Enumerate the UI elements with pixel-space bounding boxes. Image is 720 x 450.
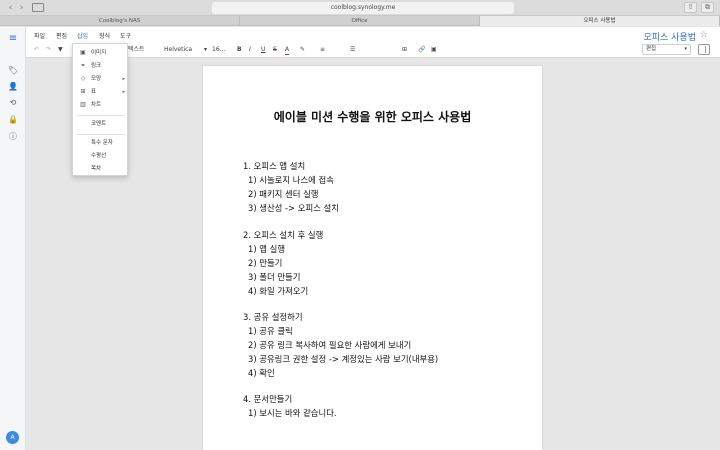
insert-link-item[interactable]: ⚭ 링크 xyxy=(73,60,129,72)
browser-tab-document[interactable]: 오피스 사용법 xyxy=(480,16,720,26)
insert-horizontal-line-item[interactable]: 수평선 xyxy=(73,150,129,162)
menu-insert[interactable]: 삽입 xyxy=(77,31,88,40)
link-icon: ⚭ xyxy=(80,62,86,69)
font-size-select[interactable]: 16... xyxy=(212,46,225,54)
font-caret-icon[interactable]: ▾ xyxy=(204,46,207,54)
highlight-icon[interactable]: ✎ xyxy=(300,46,305,54)
info-icon[interactable]: ⓘ xyxy=(8,132,18,142)
menu-edit[interactable]: 편집 xyxy=(56,31,67,40)
undo-icon[interactable]: ↶ xyxy=(34,46,39,54)
lock-icon[interactable]: 🔒 xyxy=(8,115,18,125)
menu-file[interactable]: 파일 xyxy=(34,31,45,40)
redo-icon[interactable]: ↷ xyxy=(46,46,51,54)
list-item: 1) 공유 클릭 xyxy=(248,326,293,336)
paint-format-icon[interactable]: ▼ xyxy=(58,46,63,54)
document-page[interactable]: 에이블 미션 수행을 위한 오피스 사용법 1. 오피스 앱 설치 1) 시놀로… xyxy=(203,66,542,450)
insert-toc-item[interactable]: 목차 xyxy=(73,163,129,175)
italic-button[interactable]: I xyxy=(249,46,251,54)
forward-icon[interactable]: › xyxy=(17,3,26,13)
shape-icon: ◇ xyxy=(80,75,86,82)
insert-comment-item[interactable]: 코멘트 xyxy=(73,118,129,130)
insert-shape-item[interactable]: ◇ 모양 ▸ xyxy=(73,73,129,85)
text-color-button[interactable]: A xyxy=(285,46,290,55)
menu-bar: 파일 편집 삽입 형식 도구 xyxy=(26,27,720,43)
table-icon: ⊞ xyxy=(80,88,86,95)
address-bar[interactable]: coolblog.synology.me xyxy=(212,2,514,14)
document-heading: 에이블 미션 수행을 위한 오피스 사용법 xyxy=(273,110,472,124)
list-item: 3) 공유링크 권한 설정 -> 계정있는 사람 보기(내부용) xyxy=(248,354,439,364)
insert-special-char-item[interactable]: 특수 문자 xyxy=(73,137,129,149)
insert-chart-item[interactable]: ▥ 차트 xyxy=(73,99,129,111)
insert-menu: ▣ 이미지 ⚭ 링크 ◇ 모양 ▸ ⊞ 표 ▸ ▥ 차트 코멘트 특수 문자 수… xyxy=(72,43,128,176)
edit-mode-select[interactable]: 편집 ▾ xyxy=(642,44,691,55)
menu-divider xyxy=(77,134,125,135)
list-item: 2) 만들기 xyxy=(248,258,283,268)
edit-mode-label: 편집 xyxy=(646,46,657,52)
list-item: 1) 보시는 바와 같습니다. xyxy=(248,408,337,418)
menu-item-label: 목차 xyxy=(91,166,102,172)
side-panel-toggle-icon[interactable] xyxy=(698,44,710,55)
strikethrough-button[interactable]: S xyxy=(273,46,277,54)
chart-icon: ▥ xyxy=(80,101,86,108)
menu-item-label: 모양 xyxy=(91,76,102,82)
section-heading: 4. 문서만들기 xyxy=(243,394,293,404)
comment-icon[interactable]: ▣ xyxy=(431,46,437,54)
section-heading: 1. 오피스 앱 설치 xyxy=(243,161,306,171)
link-icon[interactable]: 🔗 xyxy=(418,46,425,54)
chevron-down-icon: ▾ xyxy=(684,46,687,52)
style-select[interactable]: 텍스트 xyxy=(128,46,145,54)
insert-table-item[interactable]: ⊞ 표 ▸ xyxy=(73,86,129,98)
browser-tab-strip: Coolblog's NAS Office 오피스 사용법 xyxy=(0,16,720,26)
insert-image-item[interactable]: ▣ 이미지 xyxy=(73,47,129,59)
font-select[interactable]: Helvetica xyxy=(164,46,192,54)
image-icon: ▣ xyxy=(80,49,86,56)
tabs-overview-icon[interactable]: ⧉ xyxy=(701,2,714,13)
list-item: 2) 공유 링크 복사하여 필요한 사람에게 보내기 xyxy=(248,340,412,350)
browser-sidebar-icon[interactable] xyxy=(32,3,44,12)
menu-item-label: 이미지 xyxy=(91,50,107,56)
bold-button[interactable]: B xyxy=(237,46,242,54)
menu-item-label: 코멘트 xyxy=(91,121,107,127)
menu-item-label: 표 xyxy=(91,89,97,95)
underline-button[interactable]: U xyxy=(261,46,265,54)
menu-item-label: 차트 xyxy=(91,102,102,108)
app-sidebar: ≡ 🏷 👤 ⟲ 🔒 ⓘ A xyxy=(0,27,26,450)
list-item: 1) 앱 실행 xyxy=(248,244,286,254)
list-item: 4) 화일 가져오기 xyxy=(248,286,309,296)
list-item: 3) 폴더 만들기 xyxy=(248,272,301,282)
table-icon[interactable]: ⊞ xyxy=(402,46,407,54)
add-user-icon[interactable]: 👤 xyxy=(8,82,18,92)
share-icon[interactable]: ⇧ xyxy=(684,2,697,13)
list-item: 2) 패키지 센터 실행 xyxy=(248,189,319,199)
section-heading: 3. 공유 설정하기 xyxy=(243,312,303,322)
menu-tools[interactable]: 도구 xyxy=(120,31,131,40)
chevron-right-icon: ▸ xyxy=(122,76,125,82)
menu-item-label: 특수 문자 xyxy=(91,140,113,146)
list-item: 4) 확인 xyxy=(248,368,275,378)
menu-format[interactable]: 형식 xyxy=(99,31,110,40)
browser-tab-nas[interactable]: Coolblog's NAS xyxy=(0,16,240,26)
tag-icon[interactable]: 🏷 xyxy=(8,66,18,76)
avatar[interactable]: A xyxy=(6,431,19,444)
menu-item-label: 수평선 xyxy=(91,153,107,159)
menu-item-label: 링크 xyxy=(91,63,102,69)
browser-toolbar: ‹ › coolblog.synology.me ⇧ ⧉ xyxy=(0,0,720,16)
document-title[interactable]: 오피스 사용법 xyxy=(643,30,696,43)
formatting-toolbar: ↶ ↷ ▼ 텍스트 Helvetica ▾ 16... B I U S A ✎ … xyxy=(26,43,720,58)
hamburger-menu-icon[interactable]: ≡ xyxy=(8,34,18,44)
list-icon[interactable]: ☰ xyxy=(350,46,355,54)
browser-tab-office[interactable]: Office xyxy=(240,16,480,26)
list-item: 1) 시놀로지 나스에 접속 xyxy=(248,175,334,185)
history-icon[interactable]: ⟲ xyxy=(8,98,18,108)
section-heading: 2. 오피스 설치 후 실행 xyxy=(243,230,324,240)
star-icon[interactable]: ☆ xyxy=(700,30,708,40)
menu-divider xyxy=(77,115,125,116)
back-icon[interactable]: ‹ xyxy=(6,3,15,13)
chevron-right-icon: ▸ xyxy=(122,89,125,95)
list-item: 3) 생산성 -> 오피스 설치 xyxy=(248,203,339,213)
align-icon[interactable]: ≡ xyxy=(320,46,325,54)
